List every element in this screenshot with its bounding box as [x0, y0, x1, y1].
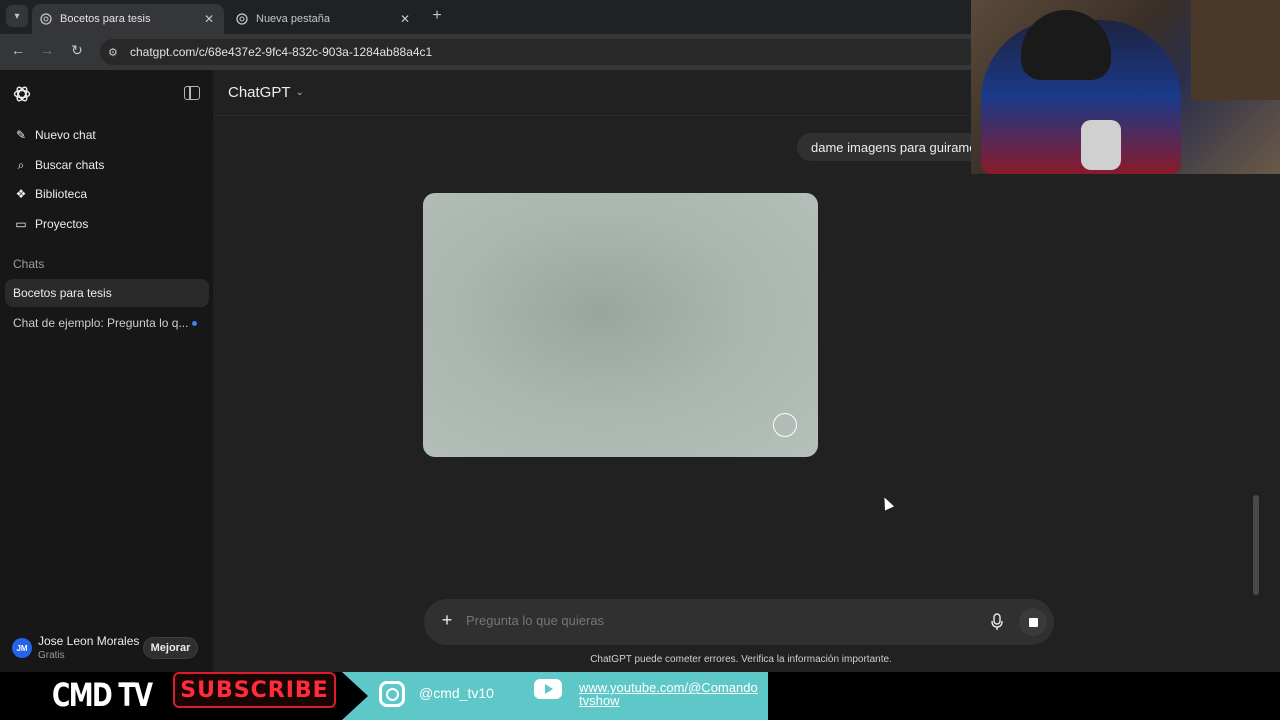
chat-item-ejemplo[interactable]: Chat de ejemplo: Pregunta lo q...	[5, 309, 209, 337]
stop-generating-button[interactable]	[1019, 608, 1047, 636]
generating-image-placeholder	[423, 193, 818, 457]
new-tab-button[interactable]: +	[428, 7, 446, 25]
chatgpt-favicon-icon	[236, 13, 248, 25]
user-message-bubble: dame imagens para guirame	[797, 133, 991, 161]
subscribe-badge: SUBSCRIBE	[173, 672, 336, 708]
stop-icon	[1028, 617, 1038, 627]
prompt-input[interactable]	[466, 613, 946, 628]
unread-dot	[192, 321, 197, 326]
close-tab-icon[interactable]: ✕	[398, 12, 412, 26]
tab-bocetos[interactable]: Bocetos para tesis ✕	[32, 4, 224, 34]
user-menu[interactable]: JM Jose Leon Morales Gratis Mejorar	[0, 630, 213, 670]
user-name: Jose Leon Morales	[38, 634, 140, 648]
tab-search-button[interactable]: ▾	[6, 5, 28, 27]
back-arrow-icon[interactable]: ←	[8, 42, 28, 58]
add-attachment-icon[interactable]: +	[438, 610, 456, 631]
disclaimer-text: ChatGPT puede cometer errores. Verifica …	[590, 654, 892, 665]
sidebar-item-label: Biblioteca	[35, 187, 88, 201]
microphone-icon[interactable]	[990, 613, 1004, 631]
webcam-background-shelf	[1191, 0, 1280, 100]
folder-icon: ▭	[15, 217, 27, 231]
instagram-icon	[379, 681, 405, 707]
model-name: ChatGPT	[228, 84, 291, 101]
forward-arrow-icon[interactable]: →	[37, 42, 57, 58]
chat-item-bocetos[interactable]: Bocetos para tesis	[5, 279, 209, 307]
library-icon: ❖	[15, 187, 27, 201]
youtube-url: www.youtube.com/@Comandotvshow	[579, 680, 758, 708]
chat-item-label: Bocetos para tesis	[13, 286, 112, 300]
screen: ▾ Bocetos para tesis ✕ Nueva pestaña ✕ +…	[0, 0, 1280, 720]
tab-nueva-pestana[interactable]: Nueva pestaña ✕	[228, 4, 420, 34]
mouse-cursor-icon	[879, 495, 895, 511]
url-text: chatgpt.com/c/68e437e2-9fc4-832c-903a-12…	[130, 45, 433, 59]
stream-banner: CMD TV SUBSCRIBE @cmd_tv10 www.youtube.c…	[0, 672, 1280, 720]
sidebar-toggle-icon[interactable]	[184, 86, 200, 100]
upgrade-button[interactable]: Mejorar	[143, 637, 198, 659]
channel-title: CMD TV	[52, 676, 153, 714]
webcam-overlay	[971, 0, 1280, 174]
sidebar-item-buscar-chats[interactable]: ⌕ Buscar chats	[6, 151, 208, 179]
address-bar[interactable]: ⚙ chatgpt.com/c/68e437e2-9fc4-832c-903a-…	[100, 39, 980, 65]
avatar: JM	[12, 638, 32, 658]
sidebar-item-label: Buscar chats	[35, 158, 105, 172]
site-info-icon[interactable]: ⚙	[108, 46, 122, 59]
close-tab-icon[interactable]: ✕	[202, 12, 216, 26]
sidebar-item-label: Proyectos	[35, 217, 89, 231]
sidebar-item-biblioteca[interactable]: ❖ Biblioteca	[6, 180, 208, 208]
user-plan: Gratis	[38, 650, 65, 661]
scrollbar[interactable]	[1253, 495, 1259, 595]
loading-spinner-icon	[773, 413, 797, 437]
chats-section-title: Chats	[13, 257, 45, 271]
reload-icon[interactable]: ↻	[67, 42, 87, 59]
edit-icon: ✎	[15, 128, 27, 142]
sidebar-item-nuevo-chat[interactable]: ✎ Nuevo chat	[6, 121, 208, 149]
tab-label: Bocetos para tesis	[60, 13, 151, 25]
sidebar-item-proyectos[interactable]: ▭ Proyectos	[6, 210, 208, 238]
openai-logo-icon[interactable]	[12, 84, 32, 104]
chevron-down-icon: ⌄	[295, 87, 304, 98]
sidebar-item-label: Nuevo chat	[35, 128, 96, 142]
youtube-icon	[534, 679, 562, 699]
chatgpt-favicon-icon	[40, 13, 52, 25]
search-icon: ⌕	[17, 157, 25, 172]
model-selector[interactable]: ChatGPT ⌄	[228, 84, 304, 101]
webcam-microphone	[1081, 120, 1121, 170]
instagram-handle: @cmd_tv10	[419, 685, 494, 701]
message-composer: +	[424, 599, 1054, 645]
tab-label: Nueva pestaña	[256, 13, 330, 25]
chat-item-label: Chat de ejemplo: Pregunta lo q...	[13, 316, 189, 330]
sidebar: ✎ Nuevo chat ⌕ Buscar chats ❖ Biblioteca…	[0, 70, 213, 672]
